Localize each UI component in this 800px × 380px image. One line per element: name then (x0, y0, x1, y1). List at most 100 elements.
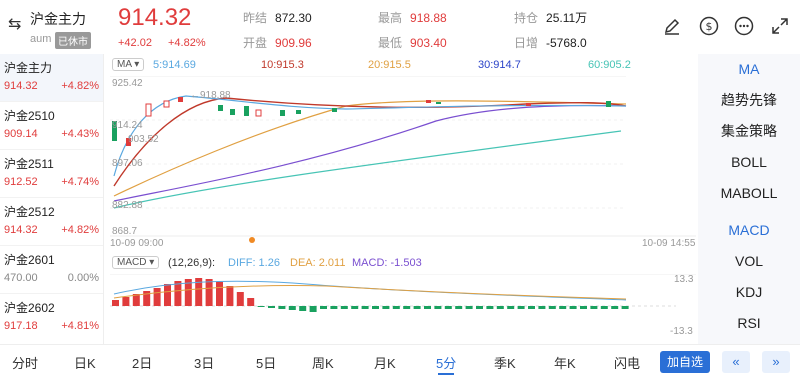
candle (526, 103, 531, 106)
tf-quarterly[interactable]: 季K (494, 353, 516, 372)
timeframe-bar: 分时 日K 2日 3日 5日 周K 月K 5分 季K 年K 闪电 加自选 « » (0, 344, 800, 380)
candle (145, 103, 152, 117)
contract-pct: +4.81% (61, 320, 99, 332)
last-price: 914.32 (118, 4, 192, 31)
macd-bar (216, 282, 223, 306)
contract-name: 沪金2602 (4, 301, 55, 315)
candle (426, 100, 431, 103)
time-end: 10-09 14:55 (642, 238, 696, 249)
indicator-ma[interactable]: MA (698, 54, 800, 85)
tf-active-indicator (438, 373, 454, 375)
macd-bar (465, 306, 473, 309)
tf-5min[interactable]: 5分 (436, 353, 456, 372)
dollar-icon[interactable]: $ (697, 14, 721, 38)
macd-bar (434, 306, 442, 309)
tf-weekly[interactable]: 周K (312, 353, 334, 372)
ma-selector[interactable]: MA ▾ (112, 58, 145, 71)
macd-bar (330, 306, 338, 309)
chart-area[interactable]: MA ▾ 5:914.69 10:915.3 20:915.5 30:914.7… (106, 54, 696, 344)
macd-bar (424, 306, 431, 309)
tf-lightning[interactable]: 闪电 (614, 353, 640, 372)
contract-pct: +4.43% (61, 128, 99, 140)
tf-timeshare[interactable]: 分时 (12, 353, 38, 372)
menu-icon[interactable]: ⇆ (8, 14, 21, 34)
indicator-gold-strategy[interactable]: 集金策略 (698, 116, 800, 147)
macd-bar (590, 306, 598, 309)
contract-price: 914.32 (4, 80, 38, 92)
more-icon[interactable] (732, 14, 756, 38)
tf-monthly[interactable]: 月K (374, 353, 396, 372)
price-tick: 903.52 (128, 134, 159, 145)
contract-price: 914.32 (4, 224, 38, 236)
indicator-rsi[interactable]: RSI (698, 308, 800, 339)
tf-2day[interactable]: 2日 (132, 353, 152, 372)
contract-item[interactable]: 沪金2512 914.32 +4.82% (0, 198, 103, 246)
price-tick: 914.24 (112, 120, 143, 131)
draw-icon[interactable] (660, 14, 684, 38)
candlestick-chart[interactable] (106, 76, 696, 254)
macd-value: MACD: -1.503 (352, 257, 422, 269)
indicator-macd[interactable]: MACD (698, 215, 800, 246)
macd-bar (559, 306, 567, 309)
macd-params: (12,26,9): (168, 257, 216, 269)
price-tick: 882.88 (112, 200, 143, 211)
tf-3day[interactable]: 3日 (194, 353, 214, 372)
indicator-kdj[interactable]: KDJ (698, 277, 800, 308)
stat-prev-close: 昨结 872.30 (243, 11, 312, 25)
macd-bar (278, 306, 286, 309)
indicator-boll[interactable]: BOLL (698, 147, 800, 178)
macd-bar (268, 306, 275, 308)
macd-bar (403, 306, 411, 309)
macd-bar (174, 281, 182, 306)
macd-bar (340, 306, 348, 309)
macd-bar (247, 298, 255, 306)
macd-bar (548, 306, 556, 309)
macd-bar (205, 279, 213, 306)
add-watchlist-button[interactable]: 加自选 (660, 351, 710, 373)
next-button[interactable]: » (762, 351, 790, 373)
ma-legend: MA ▾ 5:914.69 10:915.3 20:915.5 30:914.7… (106, 58, 696, 74)
contract-pct: +4.82% (61, 224, 99, 236)
candle (244, 106, 249, 116)
indicator-vol[interactable]: VOL (698, 246, 800, 277)
contract-item[interactable]: 沪金2601 470.00 0.00% (0, 246, 103, 294)
tf-yearly[interactable]: 年K (554, 353, 576, 372)
contract-pct: +4.82% (61, 80, 99, 92)
product-name: 沪金主力 (30, 11, 86, 27)
stat-oi-change: 日增 -5768.0 (514, 36, 587, 50)
contract-item[interactable]: 沪金2511 912.52 +4.74% (0, 150, 103, 198)
macd-bar (372, 306, 379, 309)
event-marker (249, 237, 255, 243)
macd-chart[interactable] (106, 274, 696, 344)
fullscreen-icon[interactable] (768, 14, 792, 38)
price-change: +42.02 (118, 37, 152, 49)
stat-open: 开盘 909.96 (243, 36, 312, 50)
candle (255, 109, 262, 117)
macd-bar (309, 306, 317, 312)
contract-item[interactable]: 沪金2602 917.18 +4.81% (0, 294, 103, 342)
macd-selector[interactable]: MACD ▾ (112, 256, 160, 269)
prev-button[interactable]: « (722, 351, 750, 373)
macd-bar (507, 306, 515, 309)
candle (280, 110, 285, 116)
ma60-value: 60:905.2 (588, 59, 631, 71)
macd-bar (288, 306, 296, 310)
macd-bar (538, 306, 546, 309)
contract-item[interactable]: 沪金2510 909.14 +4.43% (0, 102, 103, 150)
macd-bar (153, 288, 161, 306)
tf-daily[interactable]: 日K (74, 353, 96, 372)
macd-bar (486, 306, 494, 309)
candle (436, 102, 441, 104)
contract-item[interactable]: 沪金主力 914.32 +4.82% (0, 54, 103, 102)
contract-name: 沪金2510 (4, 109, 55, 123)
macd-bar (621, 306, 629, 309)
tf-5day[interactable]: 5日 (256, 353, 276, 372)
candle (296, 110, 301, 114)
indicator-maboll[interactable]: MABOLL (698, 178, 800, 209)
status-badge: 已休市 (55, 32, 91, 49)
macd-bar (226, 286, 234, 306)
contract-name: 沪金2512 (4, 205, 55, 219)
header: ⇆ 沪金主力 aum 已休市 914.32 +42.02 +4.82% 昨结 87… (0, 0, 800, 54)
macd-bar (580, 306, 587, 309)
indicator-trend-pioneer[interactable]: 趋势先锋 (698, 85, 800, 116)
